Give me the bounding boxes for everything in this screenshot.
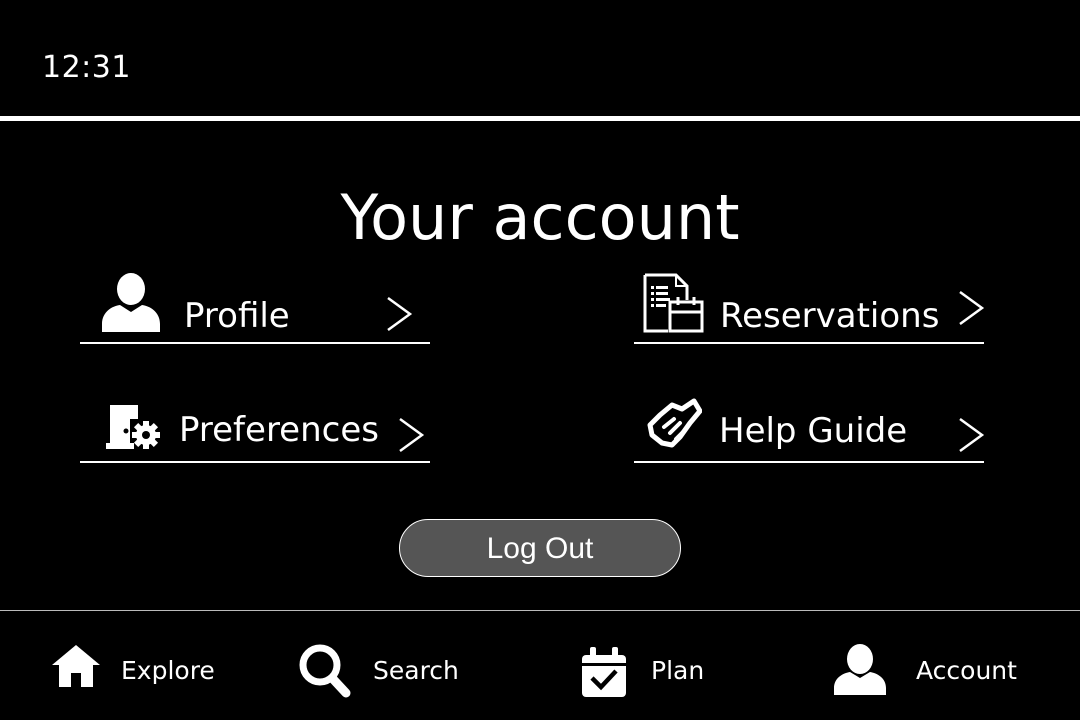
page-title: Your account <box>340 180 740 254</box>
reservations-icon <box>643 273 704 333</box>
nav-plan[interactable]: Plan <box>580 640 720 700</box>
account-screen: 12:31 Your account Profile Reservations … <box>0 0 1080 720</box>
reservations-menu-item[interactable]: Reservations <box>634 273 985 344</box>
nav-explore-label: Explore <box>121 656 215 685</box>
chevron-right-icon <box>959 417 985 453</box>
nav-account[interactable]: Account <box>832 640 1022 700</box>
help-guide-menu-item[interactable]: Help Guide <box>634 398 985 463</box>
person-icon <box>834 644 886 695</box>
handshake-icon <box>647 398 702 448</box>
profile-label: Profile <box>184 296 290 336</box>
nav-search[interactable]: Search <box>298 640 468 700</box>
chevron-right-icon <box>959 290 985 326</box>
nav-explore[interactable]: Explore <box>50 640 220 700</box>
help-guide-label: Help Guide <box>719 411 908 451</box>
preferences-label: Preferences <box>179 410 379 450</box>
nav-plan-label: Plan <box>651 656 705 685</box>
search-icon <box>299 644 351 698</box>
chevron-right-icon <box>399 417 425 453</box>
preferences-icon <box>106 405 160 449</box>
home-icon <box>52 645 100 687</box>
chevron-right-icon <box>387 296 413 332</box>
header-divider <box>0 116 1080 121</box>
calendar-check-icon <box>582 647 626 697</box>
person-icon <box>102 273 160 332</box>
status-time: 12:31 <box>42 50 131 85</box>
preferences-menu-item[interactable]: Preferences <box>80 401 430 463</box>
nav-divider <box>0 610 1080 611</box>
profile-menu-item[interactable]: Profile <box>80 273 430 344</box>
nav-search-label: Search <box>373 656 459 685</box>
nav-account-label: Account <box>916 656 1017 685</box>
log-out-button[interactable]: Log Out <box>399 519 681 577</box>
reservations-label: Reservations <box>720 296 940 336</box>
